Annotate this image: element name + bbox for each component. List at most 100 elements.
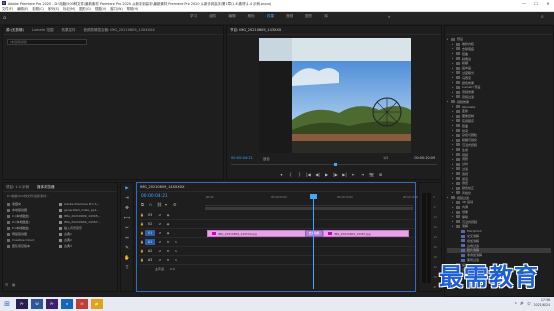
sync-lock-icon[interactable]: ⇄ [157, 248, 163, 254]
tool-button[interactable]: ▶ [122, 185, 132, 193]
transport-button[interactable]: ▶| [340, 171, 349, 178]
input-method-icon[interactable]: 中 [527, 301, 530, 306]
transport-button[interactable]: ▾ [277, 171, 286, 178]
work-area-bar[interactable] [205, 207, 413, 210]
mute-icon[interactable]: M [165, 257, 171, 263]
workspace-tab[interactable]: 效果 [267, 14, 274, 19]
tool-button[interactable]: ↔ [122, 235, 132, 243]
search-icon[interactable]: ⌕ [541, 14, 548, 21]
taskbar-app-icon[interactable]: Pr [46, 299, 58, 309]
taskbar-app-icon[interactable]: Pr [16, 299, 28, 309]
tool-button[interactable]: ✎ [122, 245, 132, 253]
tab-media-browser[interactable]: 媒体浏览器 [37, 185, 55, 190]
program-current-timecode[interactable]: 00:00:04:21 [231, 156, 253, 160]
eye-icon[interactable]: ◉ [165, 230, 171, 236]
volume-icon[interactable]: 🔊 [520, 301, 524, 305]
transition-clip[interactable]: 交叉溶解 [305, 230, 323, 237]
transport-button[interactable]: ▶ [322, 171, 331, 178]
track-target-button[interactable]: V3 [145, 212, 155, 218]
solo-icon[interactable]: S [173, 239, 179, 245]
video-clip[interactable]: IMG_20210609_14367.jpg [323, 230, 409, 237]
track-target-button[interactable]: V1 [145, 230, 155, 236]
workspace-tab[interactable]: 图形 [305, 14, 312, 19]
sync-lock-icon[interactable]: ⇄ [157, 239, 163, 245]
menu-view[interactable]: 视图(V) [95, 6, 106, 11]
timeline-timecode[interactable]: 00:00:04:21 [141, 194, 168, 199]
tool-button[interactable]: ✥ [122, 205, 132, 213]
taskbar-app-icon[interactable]: W [31, 299, 43, 309]
transport-button[interactable]: |◀ [304, 171, 313, 178]
transport-button[interactable]: |▶ [331, 171, 340, 178]
transport-button[interactable]: ⊞ [376, 171, 385, 178]
menu-graphics[interactable]: 图形(G) [79, 6, 91, 11]
file-list-item[interactable]: 古典3 [59, 243, 115, 249]
master-volume-value[interactable]: 0.0 [170, 267, 175, 271]
sync-lock-icon[interactable]: ⇄ [157, 257, 163, 263]
tab-project[interactable]: 项目: 1.4 示例 [6, 185, 29, 190]
tab-source[interactable]: 源:(无剪辑) [6, 28, 24, 33]
track-target-button[interactable]: V2 [145, 221, 155, 227]
tool-button[interactable]: T [122, 265, 132, 273]
tray-expand-icon[interactable]: ∧ [515, 301, 517, 305]
program-playhead[interactable] [334, 163, 337, 166]
eye-icon[interactable]: ◉ [165, 221, 171, 227]
menu-help[interactable]: 帮助(H) [127, 6, 139, 11]
tab-effect-controls[interactable]: 效果控件 [62, 28, 76, 33]
menu-clip[interactable]: 剪辑(C) [32, 6, 43, 11]
mute-icon[interactable]: M [165, 248, 171, 254]
tool-button[interactable]: ⇥ [122, 195, 132, 203]
sync-lock-icon[interactable]: ⇄ [157, 230, 163, 236]
taskbar-app-icon[interactable]: e [61, 299, 73, 309]
snap-icon[interactable]: ∩ [149, 202, 157, 208]
clock[interactable]: 17:36 2021/6/24 [534, 298, 550, 308]
transport-button[interactable]: { [286, 171, 295, 178]
transport-button[interactable]: ⇤ [349, 171, 358, 178]
video-clip[interactable]: IMG_20210609_143XXX.jpg [207, 230, 307, 237]
workspace-tab[interactable]: 学习 [190, 14, 197, 19]
workspace-more-icon[interactable]: » [388, 14, 390, 19]
sync-lock-icon[interactable]: ⇄ [157, 212, 163, 218]
taskbar-app-icon[interactable]: ✉ [76, 299, 88, 309]
menu-edit[interactable]: 编辑(E) [17, 6, 28, 11]
workspace-tab[interactable]: 组件 [209, 14, 216, 19]
program-viewer[interactable] [259, 38, 411, 153]
track-target-button[interactable]: A3 [145, 257, 155, 263]
menu-file[interactable]: 文件(F) [2, 6, 13, 11]
transport-button[interactable]: 📷 [367, 171, 376, 178]
timeline-playhead[interactable] [313, 194, 314, 289]
icon-view-icon[interactable]: ▦ [12, 283, 19, 288]
program-scrubber[interactable] [231, 163, 437, 167]
workspace-tab[interactable]: 音频 [286, 14, 293, 19]
menu-window[interactable]: 窗口(W) [110, 6, 122, 11]
tab-sequence[interactable]: IMG_20210609_14XXXXX [140, 185, 185, 189]
home-icon[interactable]: ⌂ [3, 15, 9, 21]
eye-icon[interactable]: ◉ [165, 212, 171, 218]
windows-start-icon[interactable]: ⊞ [2, 299, 12, 309]
nest-icon[interactable]: ⧉ [141, 202, 149, 208]
zoom-fit-dropdown[interactable]: 适合 [263, 156, 270, 161]
workspace-tab[interactable]: 编辑 [228, 14, 235, 19]
workspace-tab[interactable]: 库 [324, 14, 328, 19]
tab-lumetri-scopes[interactable]: Lumetri 范围 [32, 28, 54, 33]
tool-button[interactable]: ⟷ [122, 215, 132, 223]
list-view-icon[interactable]: ☰ [5, 283, 12, 288]
tab-audio-clip-mixer[interactable]: 音频剪辑混合器: IMG_20210609_14XXXXX [84, 28, 155, 33]
transport-button[interactable]: } [295, 171, 304, 178]
timeline-settings-icon[interactable]: ⚙ [173, 202, 181, 208]
tool-button[interactable]: ✋ [122, 255, 132, 263]
transport-button[interactable]: ◀| [313, 171, 322, 178]
linked-selection-icon[interactable]: ⛓ [157, 202, 165, 208]
taskbar-app-icon[interactable]: 📁 [91, 299, 103, 309]
menu-marker[interactable]: 标记(M) [63, 6, 75, 11]
mute-icon[interactable]: M [165, 239, 171, 245]
track-target-button[interactable]: A1 [145, 239, 155, 245]
menu-sequence[interactable]: 序列(S) [48, 6, 59, 11]
solo-icon[interactable]: S [173, 257, 179, 263]
solo-icon[interactable]: S [173, 248, 179, 254]
track-target-button[interactable]: A2 [145, 248, 155, 254]
add-marker-icon[interactable]: ▾ [165, 202, 173, 208]
tool-button[interactable]: ✂ [122, 225, 132, 233]
time-ruler[interactable]: :00:00 00:00:05:00 00:00:10:00 00:00:15:00 [205, 194, 419, 206]
transport-button[interactable]: ⇥ [358, 171, 367, 178]
tab-program[interactable]: 节目: IMG_20210609_143XXX [230, 28, 281, 33]
